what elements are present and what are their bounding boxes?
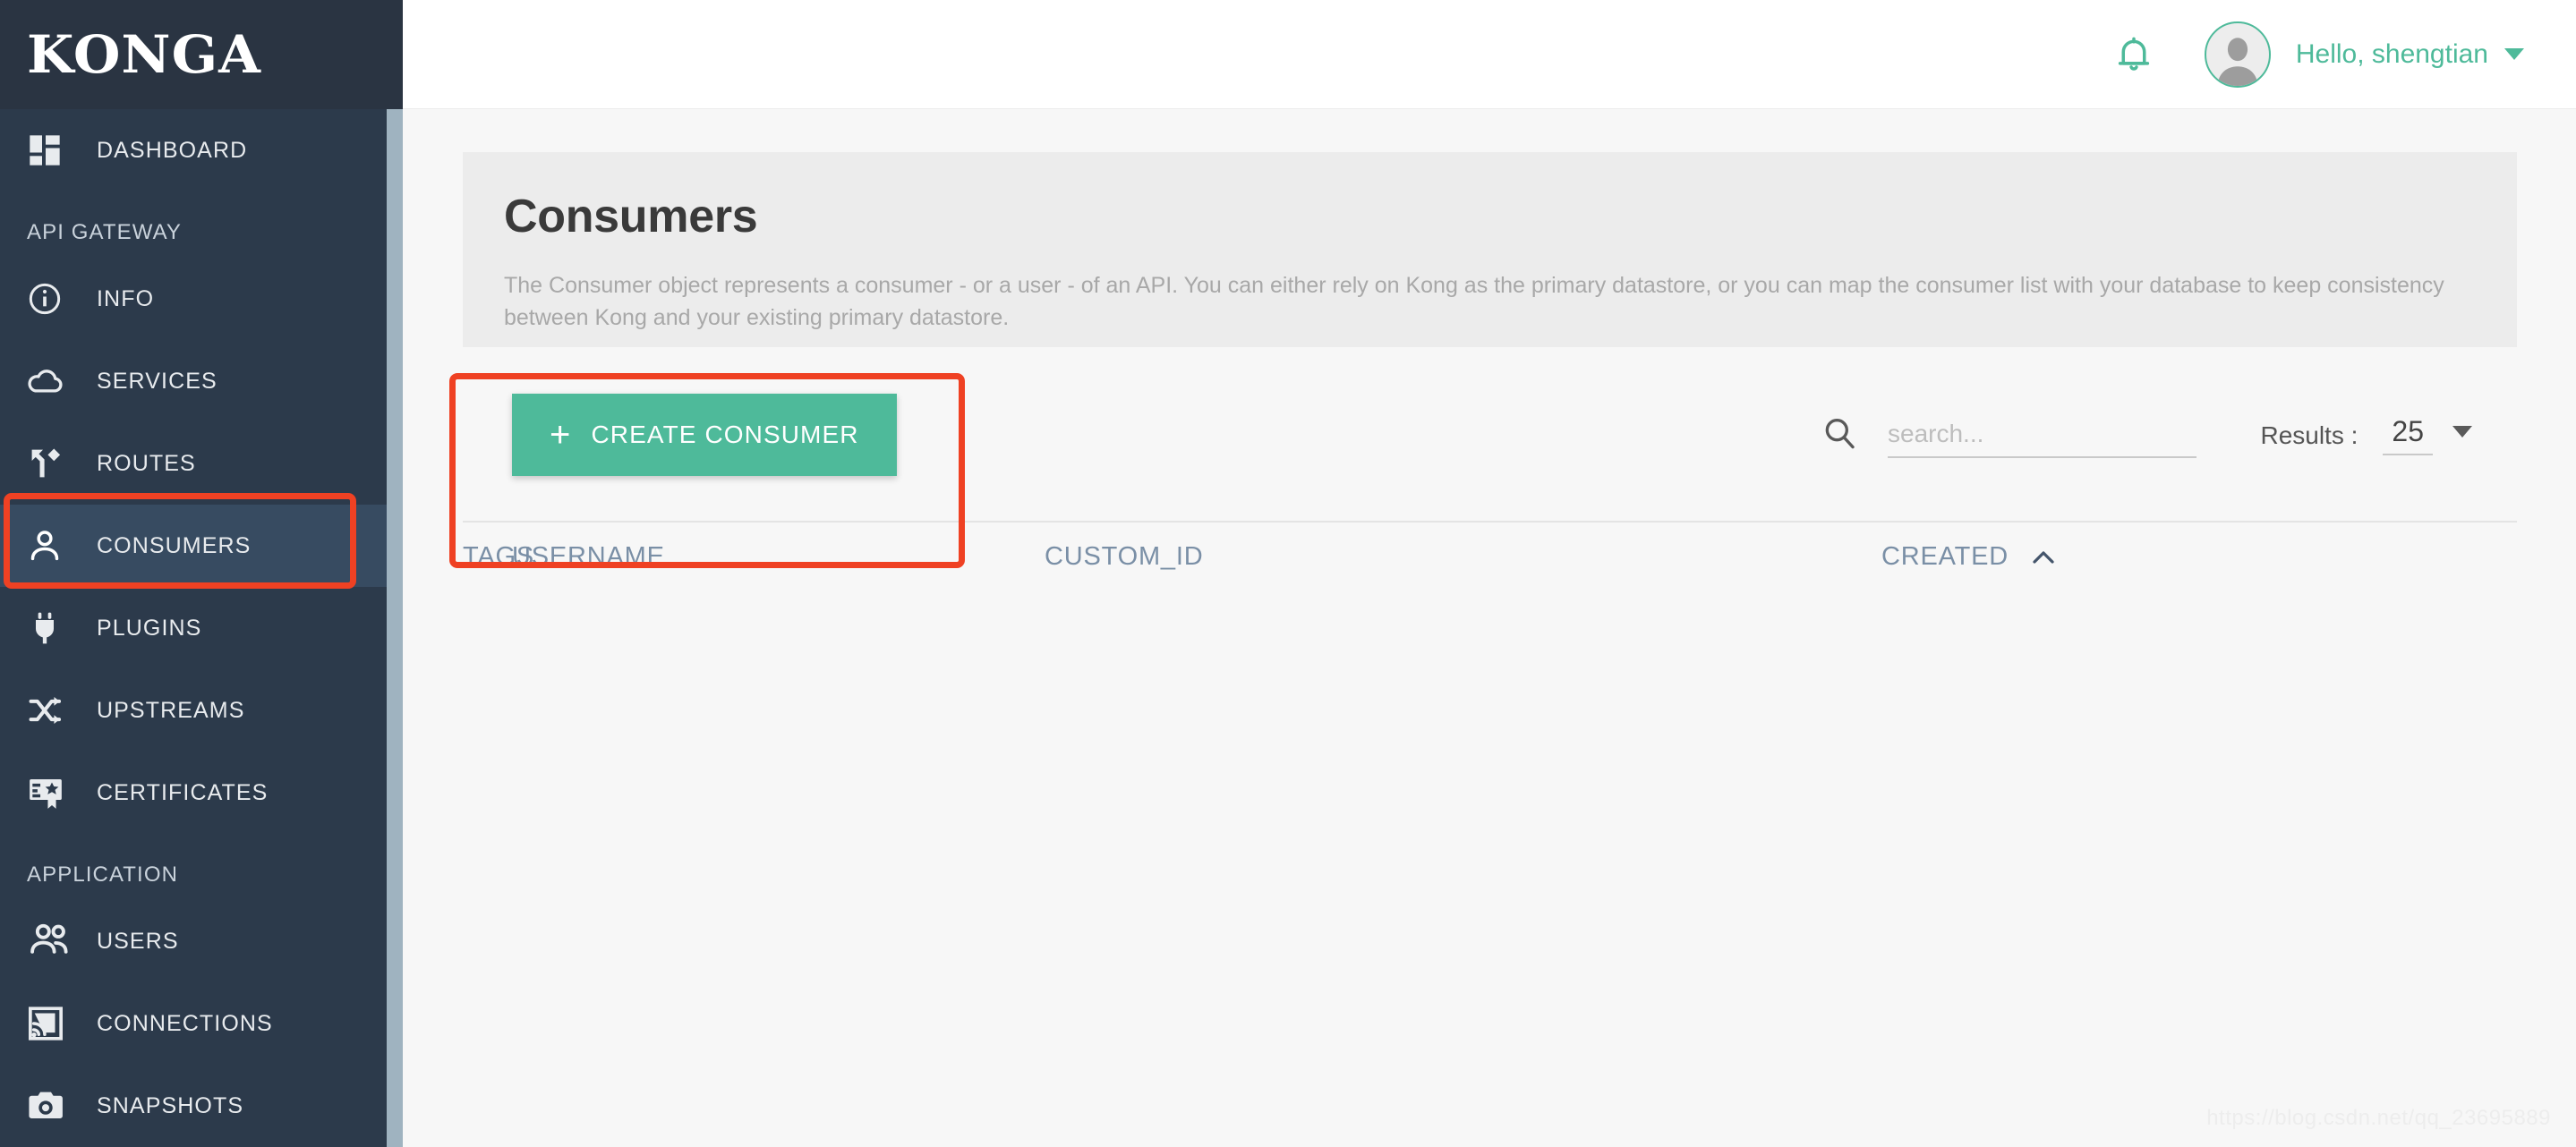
camera-icon (27, 1085, 73, 1126)
sidebar-item-dashboard[interactable]: DASHBOARD (0, 109, 403, 191)
plug-icon (27, 607, 73, 649)
routes-fork-icon (27, 443, 73, 484)
shuffle-arrows-icon (27, 690, 73, 731)
column-header-username[interactable]: USERNAME (512, 542, 665, 572)
avatar-placeholder-icon (2217, 37, 2258, 86)
main-content: Consumers The Consumer object represents… (403, 109, 2576, 1147)
sidebar-item-connections[interactable]: CONNECTIONS (0, 982, 403, 1065)
table-header-row: USERNAME CUSTOM_ID TAGS CREATED (463, 523, 2517, 603)
people-icon (30, 923, 68, 954)
sidebar-section-api-gateway: API GATEWAY (27, 220, 183, 244)
watermark: https://blog.csdn.net/qq_23695889 (2206, 1106, 2551, 1130)
search-input[interactable] (1888, 412, 2196, 458)
user-menu[interactable]: Hello, shengtian (2296, 39, 2524, 70)
sort-ascending-icon (2030, 548, 2057, 566)
plus-icon: + (550, 415, 572, 455)
sidebar-item-label: INFO (97, 285, 155, 311)
cast-connection-icon (27, 1003, 73, 1044)
sidebar-item-label: ROUTES (97, 450, 196, 476)
sidebar-item-certificates[interactable]: CERTIFICATES (0, 752, 403, 834)
bell-icon (2118, 37, 2149, 71)
search-icon[interactable] (1821, 415, 1857, 455)
sidebar-item-services[interactable]: SERVICES (0, 340, 403, 422)
toolbar: + CREATE CONSUMER Results : 25 (463, 347, 2517, 523)
topbar: Hello, shengtian (403, 0, 2576, 109)
column-header-custom-id[interactable]: CUSTOM_ID (1045, 542, 1203, 572)
sidebar-item-label: CERTIFICATES (97, 779, 269, 805)
column-label: CUSTOM_ID (1045, 542, 1204, 571)
sidebar-item-routes[interactable]: ROUTES (0, 422, 403, 505)
results-value[interactable]: 25 (2383, 415, 2433, 455)
sidebar-item-info[interactable]: INFO (0, 258, 403, 340)
column-label: TAGS (463, 542, 535, 571)
create-consumer-button[interactable]: + CREATE CONSUMER (512, 394, 897, 476)
sidebar-item-label: DASHBOARD (97, 137, 248, 163)
sidebar-item-label: PLUGINS (97, 615, 202, 641)
sidebar-item-label: USERS (97, 928, 179, 954)
sidebar-item-label: CONSUMERS (97, 532, 252, 558)
sidebar-item-label: CONNECTIONS (97, 1010, 273, 1036)
sidebar-item-snapshots[interactable]: SNAPSHOTS (0, 1065, 403, 1147)
sidebar-item-label: UPSTREAMS (97, 697, 245, 723)
greeting-text: Hello, shengtian (2295, 38, 2488, 69)
sidebar: KONGA DASHBOARD API GATEWAY INFO SERVICE… (0, 0, 403, 1147)
person-icon (27, 525, 73, 566)
column-header-tags[interactable]: TAGS (463, 542, 534, 572)
sidebar-item-label: SERVICES (97, 368, 218, 394)
info-circle-icon (27, 278, 73, 319)
page-title: Consumers (504, 191, 758, 242)
page-header-panel: Consumers The Consumer object represents… (463, 152, 2517, 347)
sidebar-item-label: SNAPSHOTS (97, 1092, 244, 1118)
dashboard-grid-icon (27, 130, 73, 171)
notifications-button[interactable] (2110, 30, 2158, 79)
sidebar-item-consumers[interactable]: CONSUMERS (0, 505, 403, 587)
sidebar-scrollbar[interactable] (387, 109, 403, 1147)
results-label: Results : (2260, 421, 2358, 449)
avatar[interactable] (2204, 21, 2271, 88)
certificate-badge-icon (27, 772, 73, 813)
sidebar-item-users[interactable]: USERS (0, 900, 403, 982)
column-label: USERNAME (512, 542, 665, 571)
results-per-page: Results : 25 (2260, 415, 2472, 455)
brand-logo-text: KONGA (27, 24, 262, 85)
cloud-icon (27, 361, 73, 402)
search-box (1821, 412, 2196, 458)
column-label: CREATED (1881, 542, 2009, 571)
column-header-created[interactable]: CREATED (1881, 542, 2057, 572)
chevron-down-icon[interactable] (2452, 426, 2472, 438)
create-consumer-label: CREATE CONSUMER (591, 421, 859, 448)
sidebar-section-application: APPLICATION (27, 862, 179, 887)
brand-logo[interactable]: KONGA (0, 0, 403, 109)
chevron-down-icon (2504, 48, 2524, 60)
sidebar-item-plugins[interactable]: PLUGINS (0, 587, 403, 669)
page-description: The Consumer object represents a consume… (504, 273, 2444, 330)
sidebar-item-upstreams[interactable]: UPSTREAMS (0, 669, 403, 752)
